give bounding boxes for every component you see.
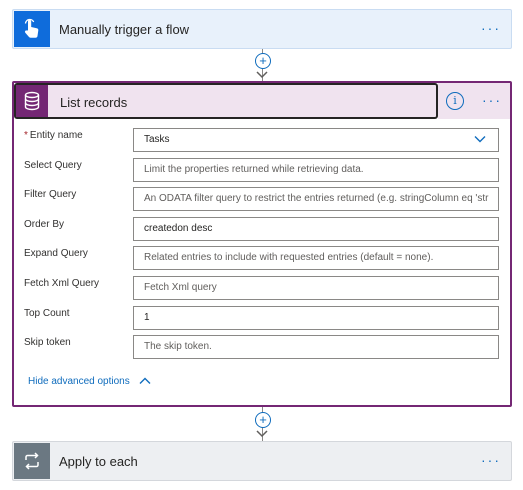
- apply-to-each-card[interactable]: Apply to each ···: [12, 441, 512, 481]
- hide-advanced-options-link[interactable]: Hide advanced options: [28, 376, 151, 387]
- touch-hand-icon: [14, 11, 50, 47]
- chevron-down-icon: [474, 136, 486, 143]
- select-query-row: Select Query Limit the properties return…: [14, 158, 514, 182]
- list-records-card: List records i ··· * Entity name Tasks Se…: [12, 81, 512, 407]
- top-count-input[interactable]: 1: [133, 306, 499, 330]
- filter-query-label: Filter Query: [24, 189, 77, 200]
- order-by-row: Order By createdon desc: [14, 217, 514, 241]
- expand-query-label: Expand Query: [24, 248, 88, 259]
- entity-name-label: * Entity name: [24, 130, 83, 141]
- skip-token-row: Skip token The skip token.: [14, 335, 514, 359]
- arrow-down-icon: [256, 430, 268, 438]
- trigger-title: Manually trigger a flow: [59, 22, 190, 37]
- order-by-label: Order By: [24, 219, 65, 230]
- list-records-title: List records: [60, 95, 128, 110]
- apply-to-each-title: Apply to each: [59, 454, 138, 469]
- insert-step-button[interactable]: +: [255, 53, 271, 69]
- list-records-header[interactable]: List records: [14, 83, 438, 119]
- list-records-more-menu[interactable]: ···: [482, 92, 502, 108]
- loop-icon: [14, 443, 50, 479]
- info-icon[interactable]: i: [446, 92, 464, 110]
- trigger-card[interactable]: Manually trigger a flow ···: [12, 9, 512, 49]
- database-icon: [16, 85, 48, 117]
- arrow-down-icon: [256, 71, 268, 79]
- select-query-input[interactable]: Limit the properties returned while retr…: [133, 158, 499, 182]
- expand-query-row: Expand Query Related entries to include …: [14, 246, 514, 270]
- skip-token-label: Skip token: [24, 337, 71, 348]
- fetch-xml-query-row: Fetch Xml Query Fetch Xml query: [14, 276, 514, 300]
- trigger-more-menu[interactable]: ···: [481, 20, 501, 36]
- filter-query-input[interactable]: An ODATA filter query to restrict the en…: [133, 187, 499, 211]
- filter-query-row: Filter Query An ODATA filter query to re…: [14, 187, 514, 211]
- fetch-xml-query-input[interactable]: Fetch Xml query: [133, 276, 499, 300]
- select-query-label: Select Query: [24, 160, 82, 171]
- insert-step-button[interactable]: +: [255, 412, 271, 428]
- chevron-up-icon: [139, 377, 151, 385]
- expand-query-input[interactable]: Related entries to include with requeste…: [133, 246, 499, 270]
- order-by-input[interactable]: createdon desc: [133, 217, 499, 241]
- top-count-label: Top Count: [24, 308, 70, 319]
- skip-token-input[interactable]: The skip token.: [133, 335, 499, 359]
- top-count-row: Top Count 1: [14, 306, 514, 330]
- entity-name-row: * Entity name Tasks: [14, 128, 514, 152]
- entity-name-dropdown[interactable]: Tasks: [133, 128, 499, 152]
- apply-to-each-more-menu[interactable]: ···: [481, 452, 501, 468]
- fetch-xml-query-label: Fetch Xml Query: [24, 278, 100, 289]
